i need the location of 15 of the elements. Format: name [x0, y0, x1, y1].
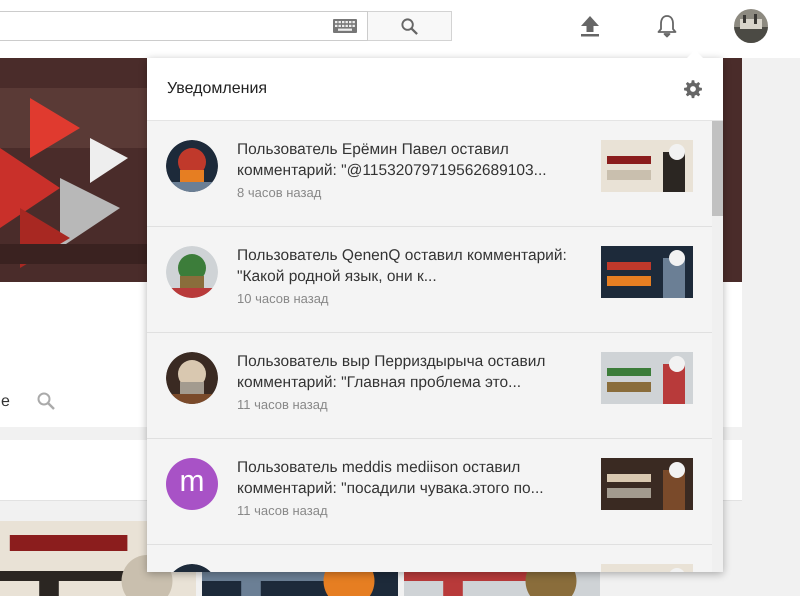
search-button[interactable]	[368, 11, 452, 41]
notification-item[interactable]: Пользователь выр Перриздырыча оставил комментарий: "Главная проблема это... 11 часов назад	[147, 333, 712, 439]
keyboard-icon[interactable]	[333, 19, 357, 33]
notification-item[interactable]: m Пользователь meddis mediison оставил комментарий: "посадили чувака.этого по... 11 часов назад	[147, 439, 712, 545]
letter-avatar: m	[166, 458, 218, 510]
search-icon[interactable]	[400, 16, 419, 36]
notification-text: Пользователь meddis mediison оставил комментарий: "посадили чувака.этого по...	[237, 458, 545, 499]
timestamp: 11 часов назад	[237, 397, 328, 412]
notification-text: Пользователь выр Перриздырыча оставил комментарий: "Главная проблема это...	[237, 352, 546, 393]
timestamp: 11 часов назад	[237, 503, 328, 518]
bell-icon[interactable]	[656, 14, 678, 38]
search-field[interactable]	[0, 11, 368, 41]
tab-label[interactable]: е	[1, 393, 10, 411]
upload-icon[interactable]	[580, 15, 600, 37]
timestamp: 10 часов назад	[237, 291, 329, 306]
